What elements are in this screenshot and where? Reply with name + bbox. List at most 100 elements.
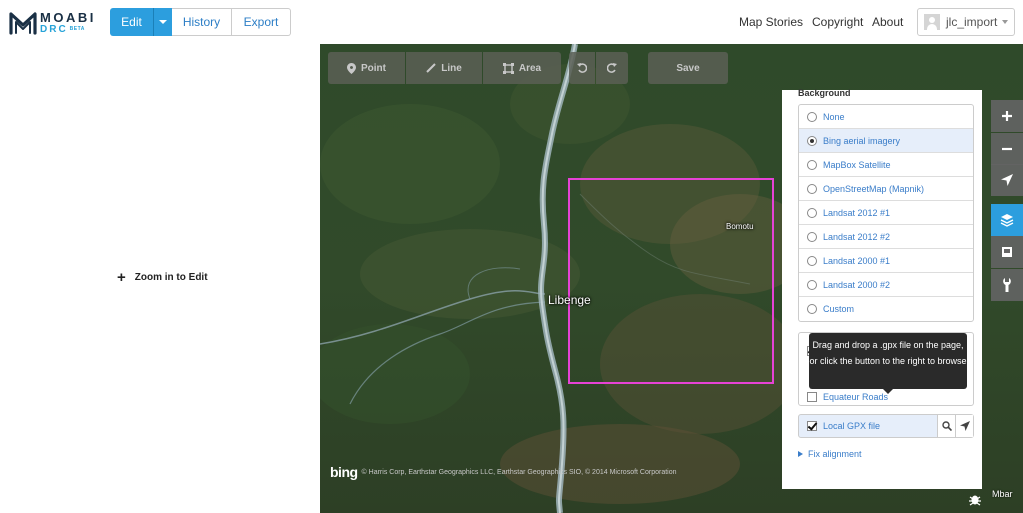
- triangle-right-icon: [798, 451, 803, 457]
- edit-button[interactable]: Edit: [110, 8, 153, 36]
- layer-option-none[interactable]: None: [799, 105, 973, 129]
- search-icon: [941, 421, 952, 431]
- layer-label: Custom: [823, 304, 855, 314]
- map-marker-icon: [347, 62, 356, 74]
- radio-button[interactable]: [807, 255, 817, 266]
- history-button[interactable]: History: [172, 8, 232, 36]
- map-footer-text: Mbar: [992, 489, 1013, 499]
- export-button[interactable]: Export: [232, 8, 291, 36]
- user-menu-button[interactable]: jlc_import: [917, 8, 1015, 36]
- map-data-icon: [1002, 247, 1012, 257]
- fix-alignment-label: Fix alignment: [808, 449, 862, 459]
- add-line-button[interactable]: Line: [406, 52, 482, 84]
- line-label: Line: [441, 62, 462, 74]
- map-data-button[interactable]: [991, 236, 1023, 268]
- edit-toolbar: Point Line Area Save: [328, 52, 729, 84]
- place-label-bomotu: Bomotu: [726, 222, 754, 231]
- save-button[interactable]: Save: [648, 52, 728, 84]
- layer-option-bing[interactable]: Bing aerial imagery: [799, 129, 973, 153]
- username: jlc_import: [946, 15, 998, 29]
- bing-logo: bing: [330, 464, 358, 480]
- area-label: Area: [518, 62, 542, 74]
- redo-icon: [607, 63, 617, 73]
- layer-label: None: [823, 111, 845, 122]
- zoom-to-gpx-button[interactable]: [955, 415, 973, 437]
- layer-option-osm[interactable]: OpenStreetMap (Mapnik): [799, 177, 973, 201]
- layer-label: Landsat 2012 #2: [823, 231, 891, 242]
- attribution-text: © Harris Corp, Earthstar Geographics LLC…: [361, 468, 677, 476]
- brand-wordmark: MOABI DRC BETA: [40, 11, 96, 35]
- help-button[interactable]: [991, 269, 1023, 301]
- minus-icon: [1002, 147, 1012, 151]
- beta-badge: BETA: [69, 26, 85, 32]
- zoom-to-edit-label: Zoom in to Edit: [134, 272, 208, 283]
- edit-dropdown-button[interactable]: [153, 8, 172, 36]
- layer-option-landsat-2000-2[interactable]: Landsat 2000 #2: [799, 273, 973, 297]
- zoom-to-edit-link[interactable]: + Zoom in to Edit: [117, 270, 208, 285]
- checkbox[interactable]: [807, 392, 817, 402]
- layer-option-landsat-2012-1[interactable]: Landsat 2012 #1: [799, 201, 973, 225]
- radio-button[interactable]: [807, 111, 817, 122]
- map-canvas[interactable]: Point Line Area Save Libenge Bomotu bing…: [320, 44, 1023, 513]
- radio-button[interactable]: [807, 207, 817, 218]
- selection-box: [568, 178, 774, 384]
- moabi-logo-icon[interactable]: [8, 10, 38, 36]
- radio-button[interactable]: [807, 231, 817, 242]
- add-area-button[interactable]: Area: [483, 52, 561, 84]
- plus-icon: [1002, 111, 1012, 121]
- background-pane: Background None Bing aerial imagery MapB…: [782, 88, 982, 489]
- browse-gpx-button[interactable]: [937, 415, 955, 437]
- zoom-out-button[interactable]: [991, 133, 1023, 165]
- radio-button[interactable]: [807, 304, 817, 314]
- gpx-tooltip: Drag and drop a .gpx file on the page, o…: [809, 333, 967, 394]
- radio-button[interactable]: [807, 135, 817, 146]
- geolocate-button[interactable]: [991, 164, 1023, 196]
- caret-down-icon: [159, 20, 167, 24]
- undo-icon: [577, 63, 587, 73]
- nav-link-about[interactable]: About: [872, 15, 903, 29]
- layer-label: Bing aerial imagery: [823, 135, 901, 146]
- fix-alignment-link[interactable]: Fix alignment: [798, 449, 862, 459]
- redo-button[interactable]: [596, 52, 628, 84]
- layer-label: Landsat 2000 #2: [823, 279, 891, 290]
- brand-sub-text: DRC: [40, 24, 68, 35]
- layer-option-landsat-2000-1[interactable]: Landsat 2000 #1: [799, 249, 973, 273]
- radio-button[interactable]: [807, 279, 817, 290]
- brand-name: MOABI: [40, 10, 96, 25]
- radio-button[interactable]: [807, 159, 817, 170]
- layers-icon: [1000, 214, 1014, 227]
- gpx-checkbox[interactable]: [807, 421, 817, 431]
- overlay-label: Equateur Roads: [823, 392, 889, 402]
- layer-label: OpenStreetMap (Mapnik): [823, 183, 925, 194]
- nav-link-map-stories[interactable]: Map Stories: [739, 15, 803, 29]
- local-gpx-row[interactable]: Local GPX file: [798, 414, 974, 438]
- nav-link-copyright[interactable]: Copyright: [812, 15, 863, 29]
- place-label-libenge: Libenge: [548, 293, 591, 307]
- caret-down-icon: [1002, 20, 1009, 24]
- add-point-button[interactable]: Point: [328, 52, 405, 84]
- layer-option-custom[interactable]: Custom: [799, 297, 973, 321]
- wrench-icon: [1003, 278, 1011, 292]
- zoom-in-button[interactable]: [991, 100, 1023, 132]
- location-arrow-icon: [1001, 174, 1013, 186]
- location-arrow-icon: [959, 421, 970, 431]
- area-icon: [502, 62, 514, 74]
- brand-sub: DRC BETA: [40, 24, 96, 35]
- mode-button-group: Edit History Export: [110, 8, 291, 36]
- bug-report-icon[interactable]: [964, 488, 986, 510]
- gpx-label: Local GPX file: [823, 421, 881, 431]
- line-icon: [426, 63, 436, 73]
- radio-button[interactable]: [807, 183, 817, 194]
- pane-title: Background: [798, 88, 851, 98]
- point-label: Point: [361, 62, 386, 74]
- layer-option-landsat-2012-2[interactable]: Landsat 2012 #2: [799, 225, 973, 249]
- background-layer-list: None Bing aerial imagery MapBox Satellit…: [798, 104, 974, 322]
- layer-label: Landsat 2012 #1: [823, 207, 891, 218]
- background-settings-button[interactable]: [991, 204, 1023, 236]
- undo-button[interactable]: [569, 52, 595, 84]
- layer-option-mapbox[interactable]: MapBox Satellite: [799, 153, 973, 177]
- top-navbar: MOABI DRC BETA Edit History Export Map St…: [0, 0, 1023, 44]
- avatar: [924, 14, 940, 30]
- layer-label: Landsat 2000 #1: [823, 255, 891, 266]
- sidebar: + Zoom in to Edit: [0, 44, 320, 513]
